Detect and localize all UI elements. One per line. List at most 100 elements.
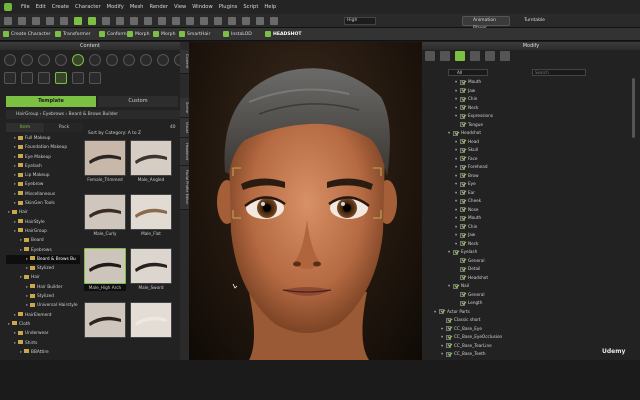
visibility-checkbox[interactable] (460, 122, 465, 127)
move-tool-icon[interactable] (88, 17, 96, 25)
category-pose-icon[interactable] (157, 54, 169, 66)
quality-select[interactable]: High (344, 17, 376, 25)
visibility-checkbox[interactable] (460, 258, 465, 263)
modify-tree-item[interactable]: ▾ Neck (434, 104, 624, 113)
visibility-checkbox[interactable] (446, 343, 451, 348)
visibility-checkbox[interactable] (460, 275, 465, 280)
morph-tab-icon[interactable] (440, 51, 450, 61)
modify-tree-item[interactable]: ▾ Chin (434, 95, 624, 104)
redo-tool-icon[interactable] (60, 17, 68, 25)
menu-script[interactable]: Script (243, 4, 258, 10)
menu-create[interactable]: Create (52, 4, 69, 10)
visibility-checkbox[interactable] (460, 139, 465, 144)
content-tree-item[interactable]: ▸ Hair Builder (6, 283, 80, 292)
modify-tree-item[interactable]: Tongue (434, 121, 624, 130)
attribute-tab-icon[interactable] (425, 51, 435, 61)
menu-help[interactable]: Help (264, 4, 276, 10)
smooth-tool-icon[interactable] (242, 17, 250, 25)
modify-tree-item[interactable]: ▾ CC_Base_Teeth (434, 350, 624, 359)
menu-view[interactable]: View (174, 4, 186, 10)
content-tree-item[interactable]: ▸ HairGroup (6, 227, 80, 236)
visibility-checkbox[interactable] (460, 232, 465, 238)
modify-tree-item[interactable]: Headshot (434, 274, 624, 283)
undo-tool-icon[interactable] (46, 17, 54, 25)
side-tab-headshot[interactable]: Headshot (180, 138, 189, 166)
category-hair-icon[interactable] (72, 54, 84, 66)
eyebrow-thumbnail[interactable] (84, 302, 126, 347)
breadcrumb-eyebrows[interactable]: Eyebrows (43, 112, 64, 117)
side-tab-content[interactable]: Content (180, 50, 189, 74)
content-tree-item[interactable]: ▸ Universal Hairstyle (6, 301, 80, 310)
content-tree-item[interactable]: ▸ Beard & Brows Bu (6, 254, 80, 265)
category-motion-icon[interactable] (140, 54, 152, 66)
checker-tab-icon[interactable] (485, 51, 495, 61)
save-tool-icon[interactable] (32, 17, 40, 25)
camera-tool-icon[interactable] (172, 17, 180, 25)
modify-tree-item[interactable]: ▾ Expressions (434, 112, 624, 121)
visibility-checkbox[interactable] (460, 96, 465, 102)
content-tree-item[interactable]: ▸ Lip Makeup (6, 171, 80, 180)
side-tab-facial-profile-editor[interactable]: Facial Profile Editor (180, 166, 189, 210)
content-tree-item[interactable]: ▸ Beard (6, 236, 80, 245)
category-selected-icon[interactable] (55, 72, 67, 84)
new-tool-icon[interactable] (4, 17, 12, 25)
content-tree-item[interactable]: ▸ Eye Makeup (6, 153, 80, 162)
visibility-checkbox[interactable] (460, 173, 465, 178)
modify-tree-item[interactable]: ▾ Nail (434, 282, 624, 291)
visibility-checkbox[interactable] (439, 309, 444, 314)
category-accessory-icon[interactable] (106, 54, 118, 66)
zoom-value[interactable]: 40 (170, 125, 176, 130)
category-camera-icon[interactable] (72, 72, 84, 84)
modify-tree-item[interactable]: Classic short (434, 316, 624, 325)
modify-tree-item[interactable]: ▾ Headshot (434, 129, 624, 138)
content-tree-item[interactable]: ▸ Hair (6, 273, 80, 282)
tab-pack[interactable]: Pack (45, 123, 83, 132)
zoom-tool-icon[interactable] (130, 17, 138, 25)
visibility-checkbox[interactable] (453, 283, 458, 289)
visibility-checkbox[interactable] (460, 156, 465, 161)
visibility-checkbox[interactable] (460, 207, 465, 212)
rotate-tool-icon[interactable] (102, 17, 110, 25)
breadcrumb-beard-brows-builder[interactable]: Beard & Brows Builder (69, 112, 118, 117)
visibility-checkbox[interactable] (460, 88, 465, 93)
modify-tree-item[interactable]: ▾ Neck (434, 240, 624, 249)
visibility-checkbox[interactable] (446, 351, 451, 357)
category-misc-icon[interactable] (4, 72, 16, 84)
menu-window[interactable]: Window (192, 4, 212, 10)
eyebrow-thumbnail[interactable]: Male_High Arch (84, 248, 126, 293)
modify-tree-item[interactable]: ▾ Eye (434, 180, 624, 189)
visibility-checkbox[interactable] (460, 164, 465, 170)
menu-modify[interactable]: Modify (107, 4, 124, 10)
turntable-button[interactable]: Turntable (514, 16, 552, 26)
visibility-checkbox[interactable] (460, 198, 465, 204)
content-tree-item[interactable]: ▸ Miscellaneous (6, 190, 80, 199)
content-tree-item[interactable]: ▸ Stylized (6, 292, 80, 301)
modify-tree-item[interactable]: ▾ Eyelash (434, 248, 624, 257)
visibility-checkbox[interactable] (453, 249, 458, 255)
visibility-checkbox[interactable] (460, 113, 465, 119)
modify-tree-item[interactable]: General (434, 257, 624, 266)
visibility-checkbox[interactable] (460, 266, 465, 272)
3d-viewport[interactable] (189, 42, 422, 360)
category-cloth-icon[interactable] (89, 54, 101, 66)
menu-render[interactable]: Render (149, 4, 167, 10)
modify-tree-item[interactable]: ▾ Jaw (434, 231, 624, 240)
visibility-checkbox[interactable] (460, 224, 465, 229)
visibility-checkbox[interactable] (460, 181, 465, 187)
modify-tree-item[interactable]: ▾ Actor Parts (434, 308, 624, 317)
grid-tool-icon[interactable] (270, 17, 278, 25)
content-tree-item[interactable]: ▸ Eyebrows (6, 246, 80, 255)
visibility-checkbox[interactable] (460, 105, 465, 110)
sort-label[interactable]: Sort by Category: A to Z (88, 131, 141, 136)
modify-scrollbar[interactable] (632, 78, 635, 138)
fit-tool-icon[interactable] (186, 17, 194, 25)
modify-tree-item[interactable]: Detail (434, 265, 624, 274)
visibility-checkbox[interactable] (453, 130, 458, 136)
select-tool-icon[interactable] (74, 17, 82, 25)
category-skin-icon[interactable] (55, 54, 67, 66)
render-tool-icon[interactable] (214, 17, 222, 25)
content-tree-item[interactable]: ▸ Full Makeup (6, 134, 80, 143)
modify-tree-item[interactable]: ▾ Head (434, 138, 624, 147)
conform-button[interactable]: Conform (98, 30, 127, 39)
category-props-icon[interactable] (21, 72, 33, 84)
